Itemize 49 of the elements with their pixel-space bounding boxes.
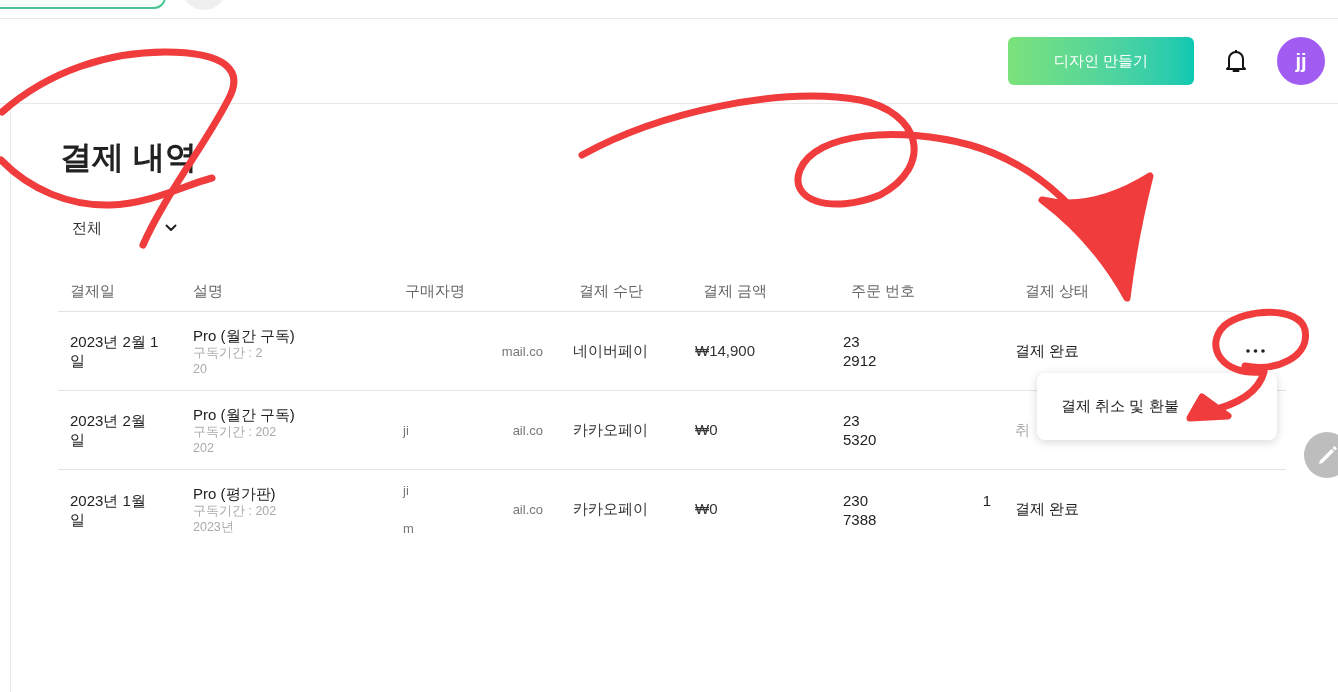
subscription-period: 20	[193, 360, 207, 377]
plan-name: Pro (평가판)	[193, 484, 276, 503]
payment-status: 취	[1015, 419, 1030, 440]
chevron-down-icon	[165, 224, 177, 232]
subscription-period: 구독기간 : 202	[193, 423, 277, 440]
plan-name: Pro (월간 구독)	[193, 325, 295, 345]
pencil-icon	[1317, 444, 1338, 466]
payment-method: 네이버페이	[573, 340, 648, 361]
column-header: 주문 번호	[851, 281, 916, 299]
payment-date: 2023년 2월 일	[70, 411, 146, 449]
menu-item[interactable]: 결제 취소 및 환불	[1037, 386, 1277, 427]
payment-status: 결제 완료	[1015, 340, 1080, 361]
edit-button[interactable]	[1304, 432, 1338, 478]
order-number: 7388	[843, 509, 877, 529]
subscription-period: 2023년	[193, 519, 234, 535]
order-number: 23	[843, 411, 860, 430]
payment-amount: ₩0	[695, 499, 718, 520]
column-header: 설명	[193, 281, 223, 299]
order-number: 2912	[843, 351, 877, 370]
filter-dropdown[interactable]: 전체	[58, 210, 188, 246]
buyer-email: ail.co	[512, 501, 543, 519]
subscription-period: 구독기간 : 2	[193, 344, 263, 361]
buyer-email: ail.co	[512, 421, 543, 440]
order-number: 1	[982, 490, 991, 510]
subscription-period: 202	[193, 439, 214, 456]
payment-date: 2023년 1월 일	[70, 490, 146, 529]
plan-name: Pro (월간 구독)	[193, 404, 295, 424]
payment-amount: ₩14,900	[695, 340, 756, 361]
payment-amount: ₩0	[695, 419, 718, 440]
user-avatar[interactable]: jj	[1277, 37, 1325, 85]
bell-icon[interactable]	[1224, 48, 1248, 74]
column-header: 결제 상태	[1025, 281, 1090, 299]
buyer-email: ji	[403, 482, 409, 500]
column-header: 구매자명	[405, 281, 465, 299]
buyer-email: mail.co	[501, 342, 543, 361]
payment-date: 2023년 2월 1 일	[70, 332, 159, 370]
payment-status: 결제 완료	[1015, 499, 1080, 520]
buyer-email: m	[403, 520, 414, 538]
order-number: 230	[843, 490, 869, 510]
column-header: 결제 수단	[579, 281, 644, 299]
buyer-email: ji	[403, 421, 409, 440]
payment-method: 카카오페이	[573, 419, 648, 440]
order-number: 23	[843, 332, 860, 351]
order-number: 5320	[843, 430, 877, 449]
payment-method: 카카오페이	[573, 499, 648, 520]
subscription-period: 구독기간 : 202	[193, 503, 277, 519]
more-dots-icon	[1245, 349, 1265, 353]
column-header: 결제일	[70, 281, 115, 299]
column-header: 결제 금액	[703, 281, 768, 299]
